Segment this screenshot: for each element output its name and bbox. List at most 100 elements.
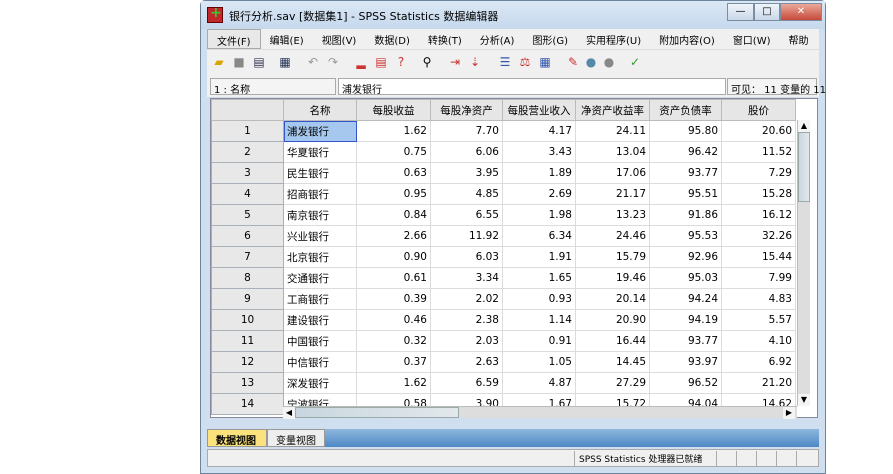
data-cell[interactable]: 21.20 <box>721 372 796 394</box>
data-cell[interactable]: 0.37 <box>356 351 431 373</box>
data-cell[interactable]: 19.46 <box>575 267 650 289</box>
menu-data[interactable]: 数据(D) <box>365 29 419 49</box>
data-cell[interactable]: 13.04 <box>575 141 650 163</box>
open-folder-icon[interactable]: ▰ <box>211 55 227 70</box>
data-cell[interactable]: 南京银行 <box>283 204 357 226</box>
data-cell[interactable]: 0.61 <box>356 267 431 289</box>
row-header[interactable]: 12 <box>211 351 284 373</box>
row-header[interactable]: 8 <box>211 267 284 289</box>
data-cell[interactable]: 15.28 <box>721 183 796 205</box>
menu-view[interactable]: 视图(V) <box>313 29 366 49</box>
data-cell[interactable]: 5.57 <box>721 309 796 331</box>
data-cell[interactable]: 7.99 <box>721 267 796 289</box>
data-cell[interactable]: 1.91 <box>502 246 576 268</box>
data-cell[interactable]: 32.26 <box>721 225 796 247</box>
menu-transform[interactable]: 转换(T) <box>419 29 471 49</box>
menu-utilities[interactable]: 实用程序(U) <box>577 29 650 49</box>
data-cell[interactable]: 15.44 <box>721 246 796 268</box>
data-cell[interactable]: 3.34 <box>430 267 503 289</box>
data-cell[interactable]: 中信银行 <box>283 351 357 373</box>
scroll-down-arrow[interactable]: ▼ <box>798 394 810 406</box>
data-cell[interactable]: 招商银行 <box>283 183 357 205</box>
data-cell[interactable]: 交通银行 <box>283 267 357 289</box>
goto-case-icon[interactable]: ▂ <box>353 55 369 70</box>
close-button[interactable]: ✕ <box>780 3 822 21</box>
data-cell[interactable]: 1.62 <box>356 120 431 142</box>
undo-icon[interactable]: ↶ <box>305 55 321 70</box>
value-labels-icon[interactable]: ✎ <box>565 55 581 70</box>
data-cell[interactable]: 15.79 <box>575 246 650 268</box>
data-cell[interactable]: 1.98 <box>502 204 576 226</box>
data-cell[interactable]: 94.24 <box>649 288 722 310</box>
data-cell[interactable]: 0.39 <box>356 288 431 310</box>
row-header[interactable]: 2 <box>211 141 284 163</box>
row-header[interactable]: 1 <box>211 120 284 142</box>
data-cell[interactable]: 93.77 <box>649 162 722 184</box>
row-header[interactable]: 7 <box>211 246 284 268</box>
data-cell[interactable]: 95.51 <box>649 183 722 205</box>
data-cell[interactable]: 深发银行 <box>283 372 357 394</box>
data-cell[interactable]: 95.53 <box>649 225 722 247</box>
data-cell[interactable]: 兴业银行 <box>283 225 357 247</box>
variables-icon[interactable]: ? <box>393 55 409 70</box>
menu-file[interactable]: 文件(F) <box>207 29 261 49</box>
split-file-icon[interactable]: ☰ <box>497 55 513 70</box>
horizontal-scroll-thumb[interactable] <box>295 407 459 418</box>
scroll-left-arrow[interactable]: ◀ <box>283 407 295 419</box>
data-cell[interactable]: 11.52 <box>721 141 796 163</box>
data-cell[interactable]: 11.92 <box>430 225 503 247</box>
data-cell[interactable]: 2.63 <box>430 351 503 373</box>
data-cell[interactable]: 0.84 <box>356 204 431 226</box>
data-cell[interactable]: 92.96 <box>649 246 722 268</box>
data-cell[interactable]: 0.63 <box>356 162 431 184</box>
use-sets-icon[interactable]: ● <box>583 55 599 70</box>
column-header[interactable]: 股价 <box>721 99 796 121</box>
insert-variable-icon[interactable]: ⇣ <box>467 55 483 70</box>
menu-edit[interactable]: 编辑(E) <box>261 29 313 49</box>
data-cell[interactable]: 4.87 <box>502 372 576 394</box>
save-icon[interactable]: ■ <box>231 55 247 70</box>
data-cell[interactable]: 0.75 <box>356 141 431 163</box>
data-cell[interactable]: 0.91 <box>502 330 576 352</box>
select-cases-icon[interactable]: ▦ <box>537 55 553 70</box>
weight-cases-icon[interactable]: ⚖ <box>517 55 533 70</box>
horizontal-scrollbar[interactable]: ◀ ▶ <box>283 406 797 419</box>
data-cell[interactable]: 2.03 <box>430 330 503 352</box>
data-cell[interactable]: 1.89 <box>502 162 576 184</box>
corner-cell[interactable] <box>211 99 284 121</box>
data-cell[interactable]: 6.03 <box>430 246 503 268</box>
data-cell[interactable]: 7.29 <box>721 162 796 184</box>
column-header[interactable]: 每股营业收入 <box>502 99 576 121</box>
data-cell[interactable]: 96.52 <box>649 372 722 394</box>
data-cell[interactable]: 6.34 <box>502 225 576 247</box>
data-cell[interactable]: 2.38 <box>430 309 503 331</box>
row-header[interactable]: 4 <box>211 183 284 205</box>
data-cell[interactable]: 4.10 <box>721 330 796 352</box>
vertical-scroll-thumb[interactable] <box>798 132 810 202</box>
data-cell[interactable]: 27.29 <box>575 372 650 394</box>
column-header[interactable]: 每股净资产 <box>430 99 503 121</box>
data-cell[interactable]: 1.65 <box>502 267 576 289</box>
data-cell[interactable]: 20.90 <box>575 309 650 331</box>
data-cell[interactable]: 3.43 <box>502 141 576 163</box>
maximize-button[interactable]: □ <box>754 3 780 21</box>
data-cell[interactable]: 6.59 <box>430 372 503 394</box>
data-cell[interactable]: 民生银行 <box>283 162 357 184</box>
data-cell[interactable]: 工商银行 <box>283 288 357 310</box>
data-cell[interactable]: 3.95 <box>430 162 503 184</box>
show-all-variables-icon[interactable]: ● <box>601 55 617 70</box>
data-cell[interactable]: 0.93 <box>502 288 576 310</box>
data-cell[interactable]: 中国银行 <box>283 330 357 352</box>
row-header[interactable]: 10 <box>211 309 284 331</box>
row-header[interactable]: 14 <box>211 393 284 415</box>
row-header[interactable]: 6 <box>211 225 284 247</box>
data-cell[interactable]: 建设银行 <box>283 309 357 331</box>
data-cell[interactable]: 14.45 <box>575 351 650 373</box>
column-header[interactable]: 每股收益 <box>356 99 431 121</box>
data-cell[interactable]: 96.42 <box>649 141 722 163</box>
menu-help[interactable]: 帮助 <box>780 29 818 49</box>
data-cell[interactable]: 94.19 <box>649 309 722 331</box>
data-cell[interactable]: 浦发银行 <box>283 120 357 142</box>
menu-addons[interactable]: 附加内容(O) <box>650 29 724 49</box>
data-cell[interactable]: 2.02 <box>430 288 503 310</box>
